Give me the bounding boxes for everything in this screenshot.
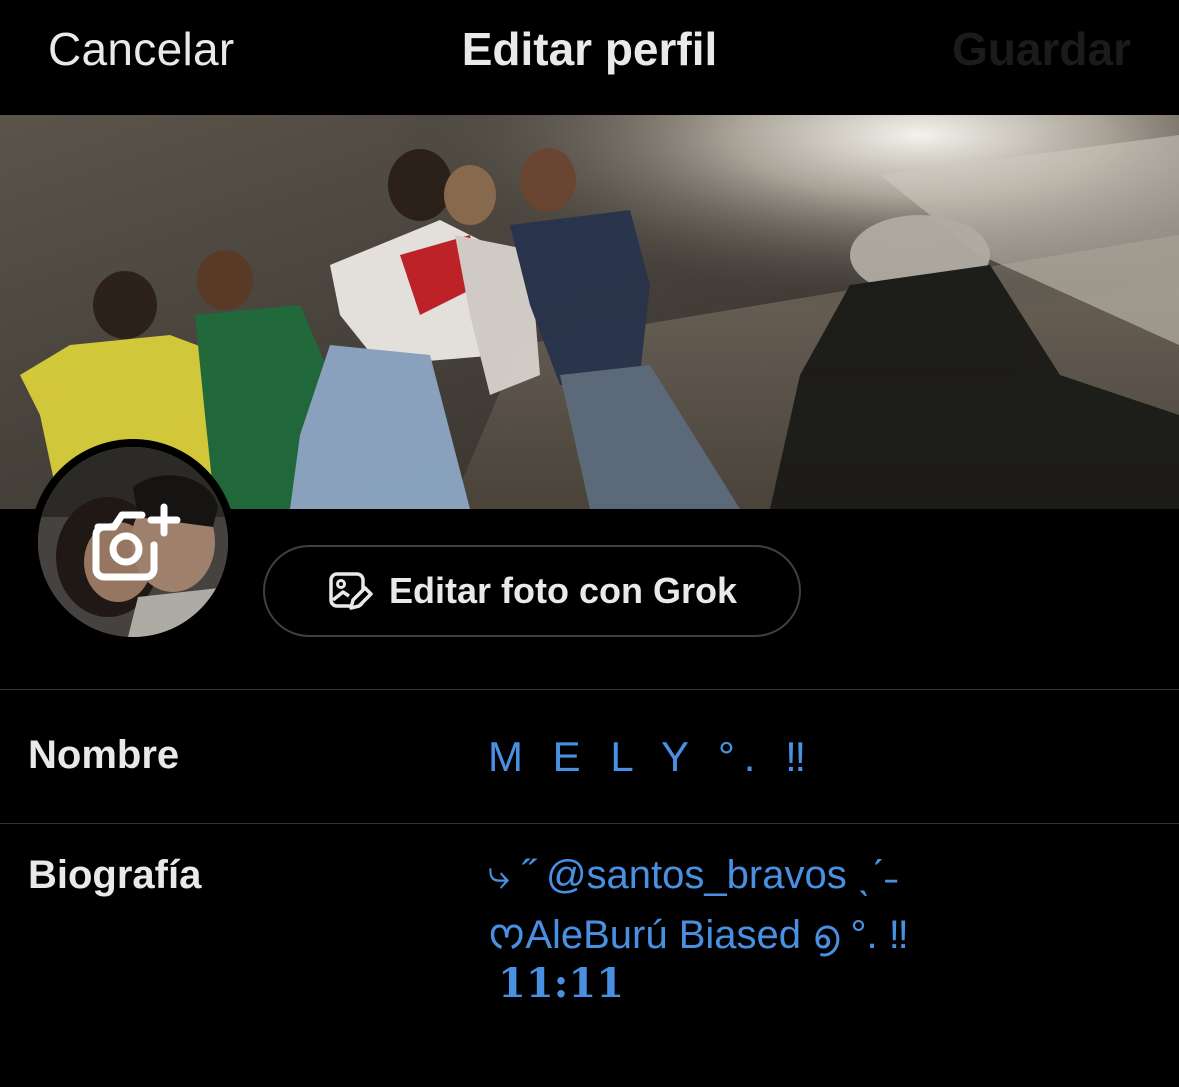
name-label: Nombre	[28, 733, 180, 777]
divider	[0, 823, 1179, 824]
edit-photo-grok-button[interactable]: Editar foto con Grok	[263, 545, 801, 637]
save-button[interactable]: Guardar	[952, 22, 1131, 76]
bio-line: ⤷ ˝ @santos_bravos ˎˊ˗	[488, 853, 898, 897]
edit-photo-grok-label: Editar foto con Grok	[388, 570, 737, 611]
name-input[interactable]: M E L Y °. ‼	[488, 733, 815, 781]
bio-line: ᰔAleBurú Biased ൭ °. ‼	[488, 913, 909, 957]
image-edit-icon	[329, 572, 373, 610]
top-bar: Cancelar Editar perfil Guardar	[0, 0, 1179, 115]
divider	[0, 689, 1179, 690]
bio-line: 11:11	[498, 960, 625, 1007]
bio-label: Biografía	[28, 853, 202, 897]
edit-profile-screen: Cancelar Editar perfil Guardar Editar fo…	[0, 0, 1179, 1087]
camera-plus-icon[interactable]	[88, 501, 182, 587]
